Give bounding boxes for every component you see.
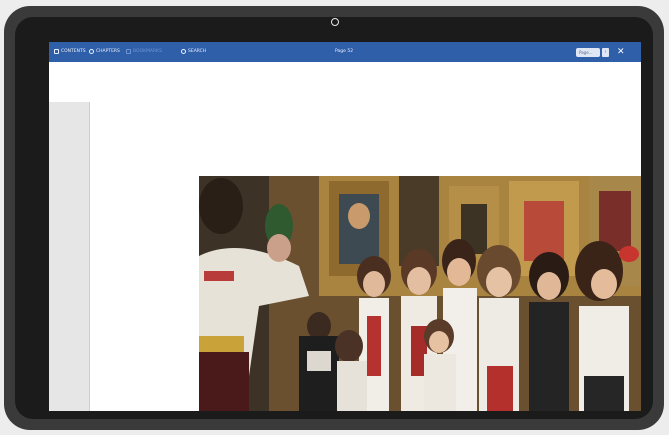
- toolbar-label: SEARCH: [188, 49, 207, 54]
- toolbar-item-contents[interactable]: CONTENTS: [54, 49, 86, 54]
- toolbar-item-search[interactable]: SEARCH: [181, 49, 206, 54]
- chapters-icon: [89, 49, 94, 54]
- background: CONTENTS CHAPTERS BOOKMARKS SEARCH Page …: [0, 0, 669, 435]
- bookmark-icon: [126, 49, 131, 54]
- close-icon[interactable]: ✕: [617, 46, 625, 58]
- go-to-page-button[interactable]: ›: [602, 48, 609, 57]
- photo-illustration: [199, 176, 641, 411]
- toolbar-label: BOOKMARKS: [133, 49, 162, 54]
- toolbar-label: CONTENTS: [61, 49, 86, 54]
- search-icon: [181, 49, 186, 54]
- divider: [89, 102, 90, 411]
- toolbar-item-bookmarks[interactable]: BOOKMARKS: [126, 49, 162, 54]
- page-title: Page 52: [335, 49, 354, 54]
- toolbar-item-chapters[interactable]: CHAPTERS: [89, 49, 120, 54]
- page-margin-strip: [49, 102, 89, 411]
- reader-toolbar: CONTENTS CHAPTERS BOOKMARKS SEARCH Page …: [49, 42, 641, 62]
- contents-icon: [54, 49, 59, 54]
- toolbar-label: CHAPTERS: [96, 49, 120, 54]
- camera-icon: [331, 18, 339, 26]
- reader-screen: CONTENTS CHAPTERS BOOKMARKS SEARCH Page …: [49, 42, 641, 411]
- page-number-input[interactable]: Page...: [576, 48, 600, 57]
- choir-photo: [199, 176, 641, 411]
